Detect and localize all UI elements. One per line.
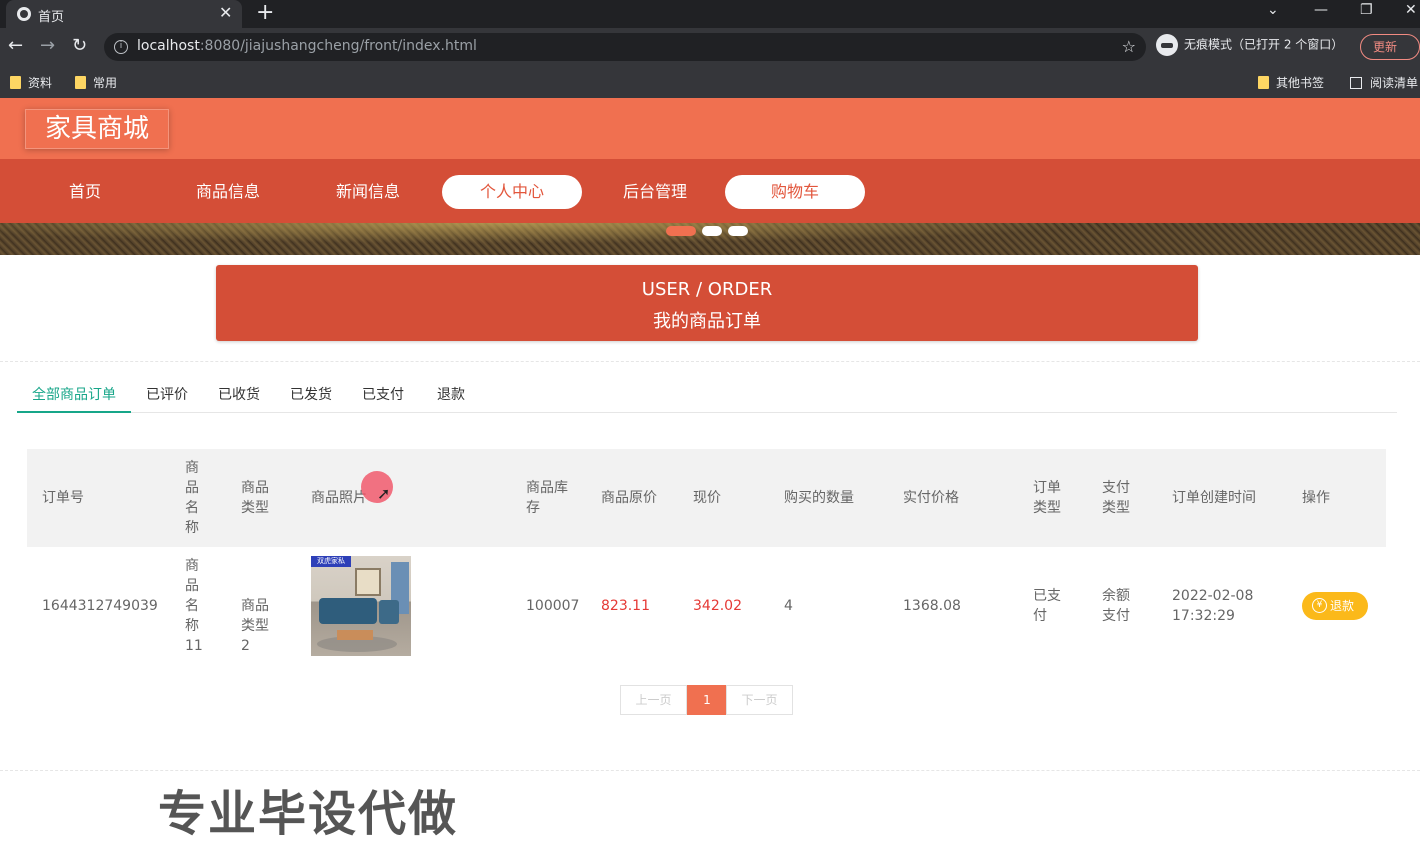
cell-order-type: 已支付: [1033, 588, 1061, 624]
cell-cur-price: 342.02: [693, 598, 742, 614]
cell-product-type: 商品类型2: [241, 598, 269, 654]
browser-toolbar: ← → ↻ i localhost:8080/jiajushangcheng/f…: [0, 28, 1420, 66]
col-qty: 购买的数量: [784, 490, 854, 506]
col-stock: 商品库存: [526, 480, 568, 516]
col-order-type: 订单类型: [1033, 480, 1061, 516]
col-pay-type: 支付类型: [1102, 480, 1130, 516]
tab-shipped[interactable]: 已发货: [290, 384, 332, 404]
nav-home[interactable]: 首页: [15, 175, 155, 209]
cell-orig-price: 823.11: [601, 598, 650, 614]
globe-icon: [17, 7, 31, 21]
forward-icon[interactable]: →: [40, 36, 55, 56]
star-icon[interactable]: ☆: [1122, 37, 1136, 56]
new-tab-button[interactable]: +: [256, 1, 274, 25]
cell-pay-type: 余额支付: [1102, 588, 1130, 624]
incognito-icon: [1156, 34, 1178, 56]
tab-all-orders[interactable]: 全部商品订单: [32, 384, 116, 404]
section-title-zh: 我的商品订单: [653, 311, 761, 332]
col-paid: 实付价格: [903, 490, 959, 506]
col-product-name: 商品名称: [185, 460, 199, 536]
folder-icon: [75, 76, 86, 89]
cell-stock: 100007: [526, 598, 580, 614]
order-tabs: 全部商品订单 已评价 已收货 已发货 已支付 退款: [17, 370, 1397, 413]
col-product-photo: 商品照片: [311, 490, 367, 506]
site-logo[interactable]: 家具商城: [25, 109, 169, 149]
incognito-indicator[interactable]: 无痕模式（已打开 2 个窗口）: [1156, 34, 1343, 56]
nav-products[interactable]: 商品信息: [158, 175, 298, 209]
tab-active-indicator: [17, 411, 131, 413]
update-button[interactable]: 更新: [1360, 34, 1420, 60]
nav-admin[interactable]: 后台管理: [585, 175, 725, 209]
bookmark-folder[interactable]: 资料: [10, 74, 52, 91]
tab-reviewed[interactable]: 已评价: [146, 384, 188, 404]
col-created: 订单创建时间: [1172, 490, 1256, 506]
bookmarks-bar: 资料 常用 其他书签 阅读清单: [0, 66, 1420, 98]
chevron-down-icon[interactable]: ⌄: [1267, 2, 1279, 18]
carousel-dot[interactable]: [728, 226, 748, 236]
main-nav: 首页 商品信息 新闻信息 个人中心 后台管理 购物车: [0, 159, 1420, 223]
reload-icon[interactable]: ↻: [72, 36, 87, 56]
col-cur-price: 现价: [693, 490, 721, 506]
mouse-pointer-icon: ➚: [377, 484, 391, 503]
section-title-bar: USER / ORDER 我的商品订单: [216, 265, 1198, 341]
carousel-dot[interactable]: [702, 226, 722, 236]
address-bar[interactable]: i localhost:8080/jiajushangcheng/front/i…: [104, 33, 1146, 61]
tab-title: 首页: [38, 10, 65, 25]
prev-page-button[interactable]: 上一页: [620, 685, 687, 715]
browser-tabbar: 首页 ✕ + ⌄ — ❐ ✕: [0, 0, 1420, 28]
restore-icon[interactable]: ❐: [1360, 2, 1373, 18]
col-orig-price: 商品原价: [601, 490, 657, 506]
url-text: localhost:8080/jiajushangcheng/front/ind…: [137, 38, 477, 54]
col-action: 操作: [1302, 490, 1330, 506]
bookmark-folder[interactable]: 常用: [75, 74, 117, 91]
page-1-button[interactable]: 1: [687, 685, 727, 715]
table-row: 1644312749039 商品名称11 商品类型2 双虎家私 100007 8…: [27, 547, 1386, 665]
tab-paid[interactable]: 已支付: [362, 384, 404, 404]
reading-list-icon: [1350, 77, 1362, 89]
cell-created-date: 2022-02-08: [1172, 588, 1254, 604]
cell-paid: 1368.08: [903, 598, 961, 614]
info-icon[interactable]: i: [114, 40, 128, 54]
product-photo[interactable]: 双虎家私: [311, 556, 411, 656]
carousel-dot-active[interactable]: [666, 226, 696, 236]
divider: [0, 361, 1420, 362]
divider: [0, 770, 1420, 771]
col-order-no: 订单号: [42, 490, 84, 506]
nav-user-center[interactable]: 个人中心: [442, 175, 582, 209]
watermark: 专业毕设代做: [158, 786, 459, 842]
cell-product-name: 商品名称11: [185, 558, 203, 654]
folder-icon: [1258, 76, 1269, 89]
col-product-type: 商品类型: [241, 480, 269, 516]
folder-icon: [10, 76, 21, 89]
tab-refund[interactable]: 退款: [437, 384, 465, 404]
tab-received[interactable]: 已收货: [218, 384, 260, 404]
other-bookmarks[interactable]: 其他书签: [1258, 74, 1324, 91]
yen-icon: ¥: [1312, 598, 1327, 613]
nav-news[interactable]: 新闻信息: [298, 175, 438, 209]
minimize-icon[interactable]: —: [1314, 2, 1328, 18]
cell-order-no: 1644312749039: [42, 598, 158, 614]
refund-button[interactable]: ¥ 退款: [1302, 592, 1368, 620]
back-icon[interactable]: ←: [8, 36, 23, 56]
order-table-header: 订单号 商品名称 商品类型 商品照片 商品库存 商品原价 现价 购买的数量 实付…: [27, 449, 1386, 547]
photo-brand-tag: 双虎家私: [311, 556, 351, 567]
next-page-button[interactable]: 下一页: [726, 685, 793, 715]
close-icon[interactable]: ✕: [219, 3, 232, 22]
window-close-icon[interactable]: ✕: [1405, 2, 1417, 18]
cell-created-time: 17:32:29: [1172, 608, 1235, 624]
cell-qty: 4: [784, 598, 793, 614]
reading-list[interactable]: 阅读清单: [1350, 74, 1418, 91]
section-title-en: USER / ORDER: [641, 279, 773, 300]
nav-cart[interactable]: 购物车: [725, 175, 865, 209]
browser-tab[interactable]: 首页 ✕: [6, 0, 242, 28]
site-header: 家具商城: [0, 98, 1420, 159]
